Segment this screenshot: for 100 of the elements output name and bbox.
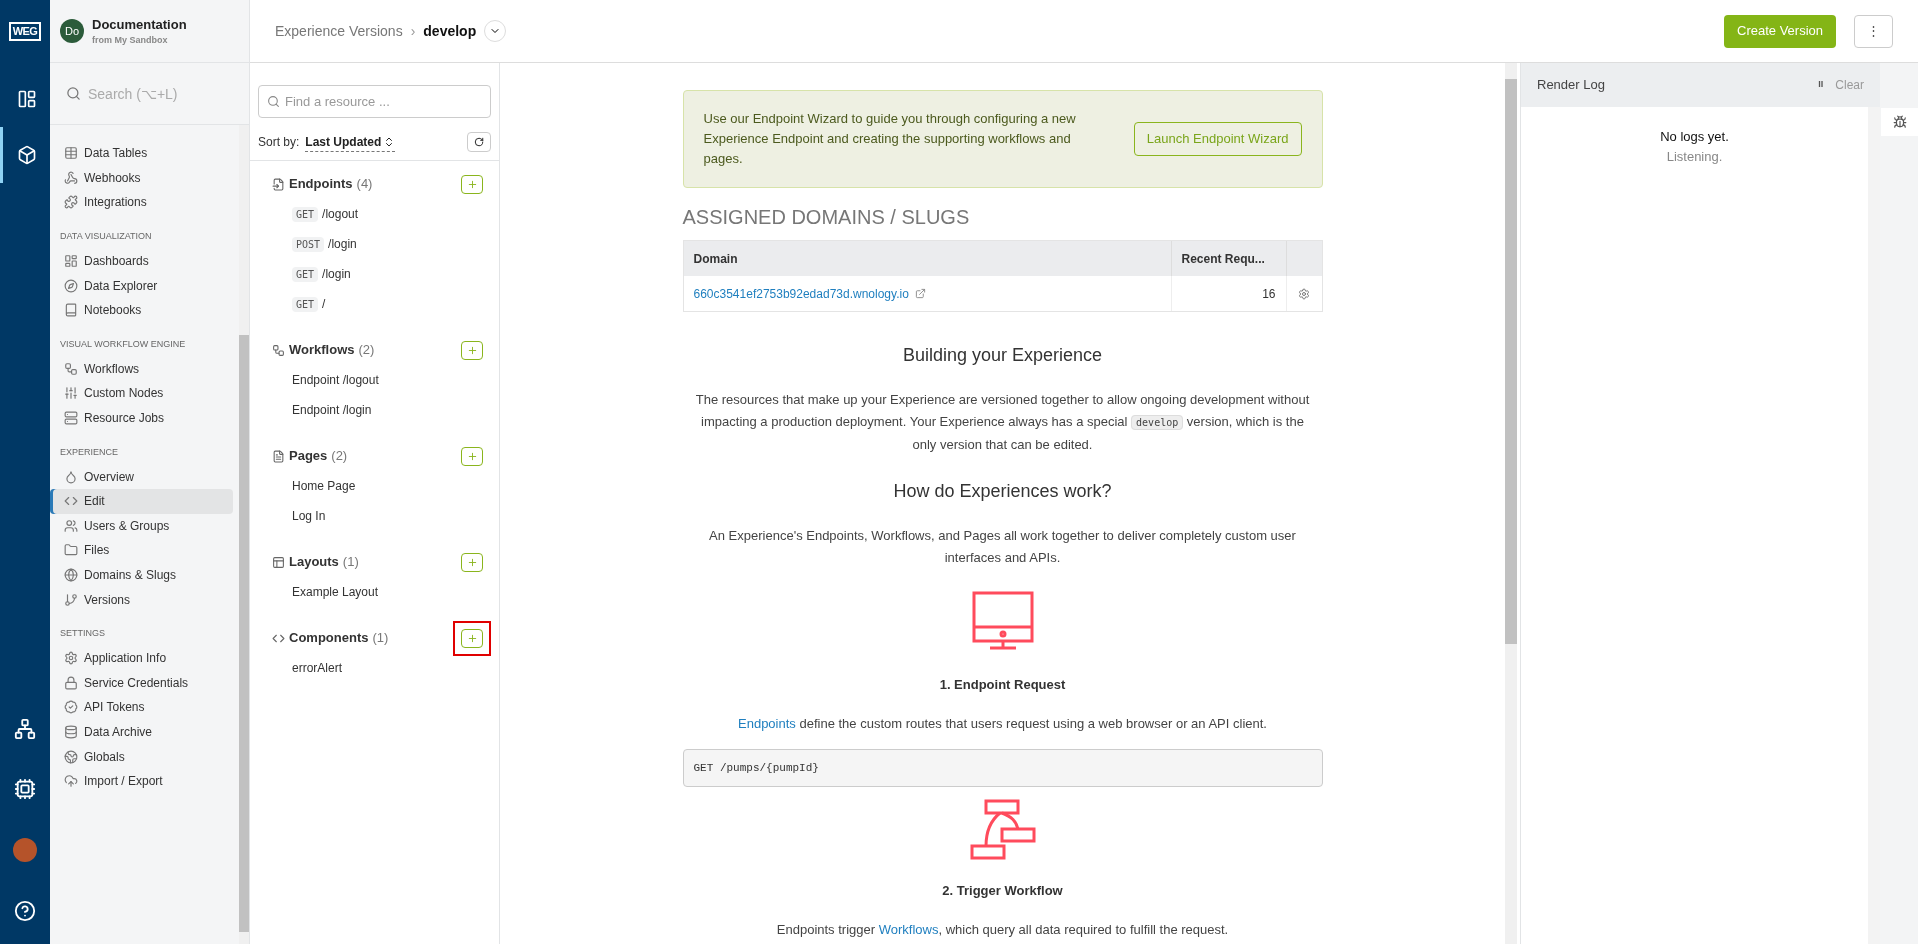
sidebar-item[interactable]: Data Explorer	[60, 273, 233, 298]
sidebar-item[interactable]: Files	[60, 538, 233, 563]
sidebar-item[interactable]: Resource Jobs	[60, 405, 233, 431]
sidebar-item[interactable]: Versions	[60, 587, 233, 612]
breadcrumb-link[interactable]: Experience Versions	[275, 20, 403, 42]
pause-button[interactable]: II	[1818, 78, 1824, 92]
column-header: Domain	[692, 250, 739, 268]
method-tag: POST	[292, 236, 325, 252]
domain-link[interactable]: 660c3541ef2753b92edad73d.wnology.io	[683, 284, 1171, 303]
step-heading: 2. Trigger Workflow	[942, 882, 1063, 900]
plus-icon	[466, 344, 478, 356]
scrollbar[interactable]	[1505, 63, 1517, 944]
resource-name: Log In	[292, 508, 326, 525]
resource-item[interactable]: GET /	[272, 289, 477, 319]
sidebar-item[interactable]: Data Tables	[60, 141, 233, 166]
search-field[interactable]: Search (⌥+L)	[60, 78, 230, 109]
sidebar-icon	[64, 774, 78, 789]
resource-type-icon	[272, 555, 285, 569]
sidebar-item[interactable]: API Tokens	[60, 695, 233, 720]
resource-search-field[interactable]: Find a resource ...	[258, 85, 491, 118]
sidebar-icon	[64, 469, 78, 484]
column-header: Recent Requ...	[1170, 241, 1286, 276]
sidebar-item[interactable]: Notebooks	[60, 297, 233, 323]
sidebar-item[interactable]: Application Info	[60, 645, 233, 671]
sidebar-item[interactable]: Integrations	[60, 190, 233, 215]
sidebar-icon	[64, 303, 78, 318]
app-subtitle: from My Sandbox	[92, 34, 169, 47]
description-text: Endpoints define the custom routes that users request using a web browser or an API client.	[737, 714, 1268, 733]
settings-icon[interactable]	[1298, 287, 1310, 300]
resource-item[interactable]: POST /login	[272, 229, 477, 259]
sidebar-icon	[64, 411, 78, 426]
sidebar-icon	[64, 146, 78, 161]
add-button[interactable]	[461, 628, 483, 648]
logo[interactable]: WEG	[8, 22, 42, 41]
more-button[interactable]: ⋮	[1854, 14, 1893, 48]
add-button[interactable]	[461, 340, 483, 360]
add-button[interactable]	[461, 446, 483, 466]
resource-name: errorAlert	[292, 660, 342, 677]
inline-code: develop	[1131, 415, 1184, 430]
section-count: (2)	[331, 447, 348, 466]
method-tag: GET	[292, 266, 319, 282]
description-text: The resources that make up your Experience are versioned together to allow ongoing development without impacting a production deployment. Your Experience always has a special develop version, which is the only version that can be edited.	[694, 391, 1311, 454]
section-count: (1)	[372, 629, 389, 648]
sidebar-item[interactable]: Service Credentials	[60, 670, 233, 696]
debug-tab[interactable]	[1881, 108, 1918, 136]
sidebar-item[interactable]: Users & Groups	[60, 513, 233, 539]
avatar[interactable]	[13, 838, 37, 862]
method-tag: GET	[292, 206, 319, 222]
plus-icon	[466, 178, 478, 190]
resource-item[interactable]: Log In	[272, 501, 477, 531]
resource-name: Endpoint /login	[292, 402, 372, 419]
help-icon[interactable]	[14, 900, 36, 922]
sidebar-item[interactable]: Dashboards	[60, 248, 233, 274]
section-label: DATA VISUALIZATION	[60, 230, 153, 244]
sidebar-item[interactable]: Custom Nodes	[60, 381, 233, 406]
nodes-icon[interactable]	[14, 718, 36, 740]
resource-item[interactable]: GET /logout	[272, 199, 477, 229]
section-title: Pages	[289, 447, 328, 466]
resource-item[interactable]: Endpoint /login	[272, 395, 477, 425]
resource-item[interactable]: Endpoint /logout	[272, 365, 477, 395]
sidebar-item[interactable]: Domains & Slugs	[60, 562, 233, 588]
section-count: (2)	[358, 341, 375, 360]
sidebar-icon	[64, 361, 78, 376]
add-button[interactable]	[461, 552, 483, 572]
refresh-button[interactable]	[467, 132, 491, 152]
workflow-icon	[969, 799, 1036, 861]
section-title: Workflows	[289, 341, 355, 360]
section-label: EXPERIENCE	[60, 445, 120, 459]
doc-link[interactable]: Endpoints	[738, 715, 796, 731]
resource-type-icon	[272, 449, 285, 463]
sidebar-item[interactable]: Overview	[60, 464, 233, 489]
sidebar-item[interactable]: Workflows	[60, 356, 233, 382]
status-text: Listening.	[1666, 147, 1723, 166]
resource-name: /	[322, 296, 326, 313]
sidebar-item[interactable]: Import / Export	[60, 768, 233, 794]
empty-message: No logs yet.	[1660, 128, 1729, 146]
device-icon[interactable]	[14, 778, 36, 800]
scrollbar[interactable]	[239, 125, 249, 944]
sidebar-icon	[64, 592, 78, 607]
external-link-icon	[914, 288, 926, 299]
sidebar-item[interactable]: Globals	[60, 744, 233, 769]
resource-item[interactable]: Example Layout	[272, 577, 477, 607]
resource-name: Example Layout	[292, 584, 379, 601]
description-text: An Experience's Endpoints, Workflows, and Pages all work together to deliver completely custom user interfaces and APIs.	[708, 527, 1297, 567]
section-label: SETTINGS	[60, 627, 106, 641]
resource-item[interactable]: Home Page	[272, 471, 477, 501]
sidebar-item[interactable]: Edit	[50, 488, 233, 514]
sidebar-item[interactable]: Webhooks	[60, 165, 233, 191]
add-button[interactable]	[461, 174, 483, 194]
step-heading: 1. Endpoint Request	[939, 676, 1066, 694]
sidebar-icon	[64, 568, 78, 582]
sidebar-icon	[64, 518, 78, 533]
sort-dropdown[interactable]: Last Updated	[305, 132, 396, 152]
current-version: develop	[423, 21, 477, 41]
section-title: Components	[289, 629, 369, 648]
sidebar-item[interactable]: Data Archive	[60, 719, 233, 745]
section-label: VISUAL WORKFLOW ENGINE	[60, 337, 187, 351]
resource-item[interactable]: errorAlert	[272, 653, 477, 683]
banner-text: Use our Endpoint Wizard to guide you through configuring a new Experience Endpoint and creating the supporting workflows and pages.	[703, 110, 1077, 168]
resource-item[interactable]: GET /login	[272, 259, 477, 289]
